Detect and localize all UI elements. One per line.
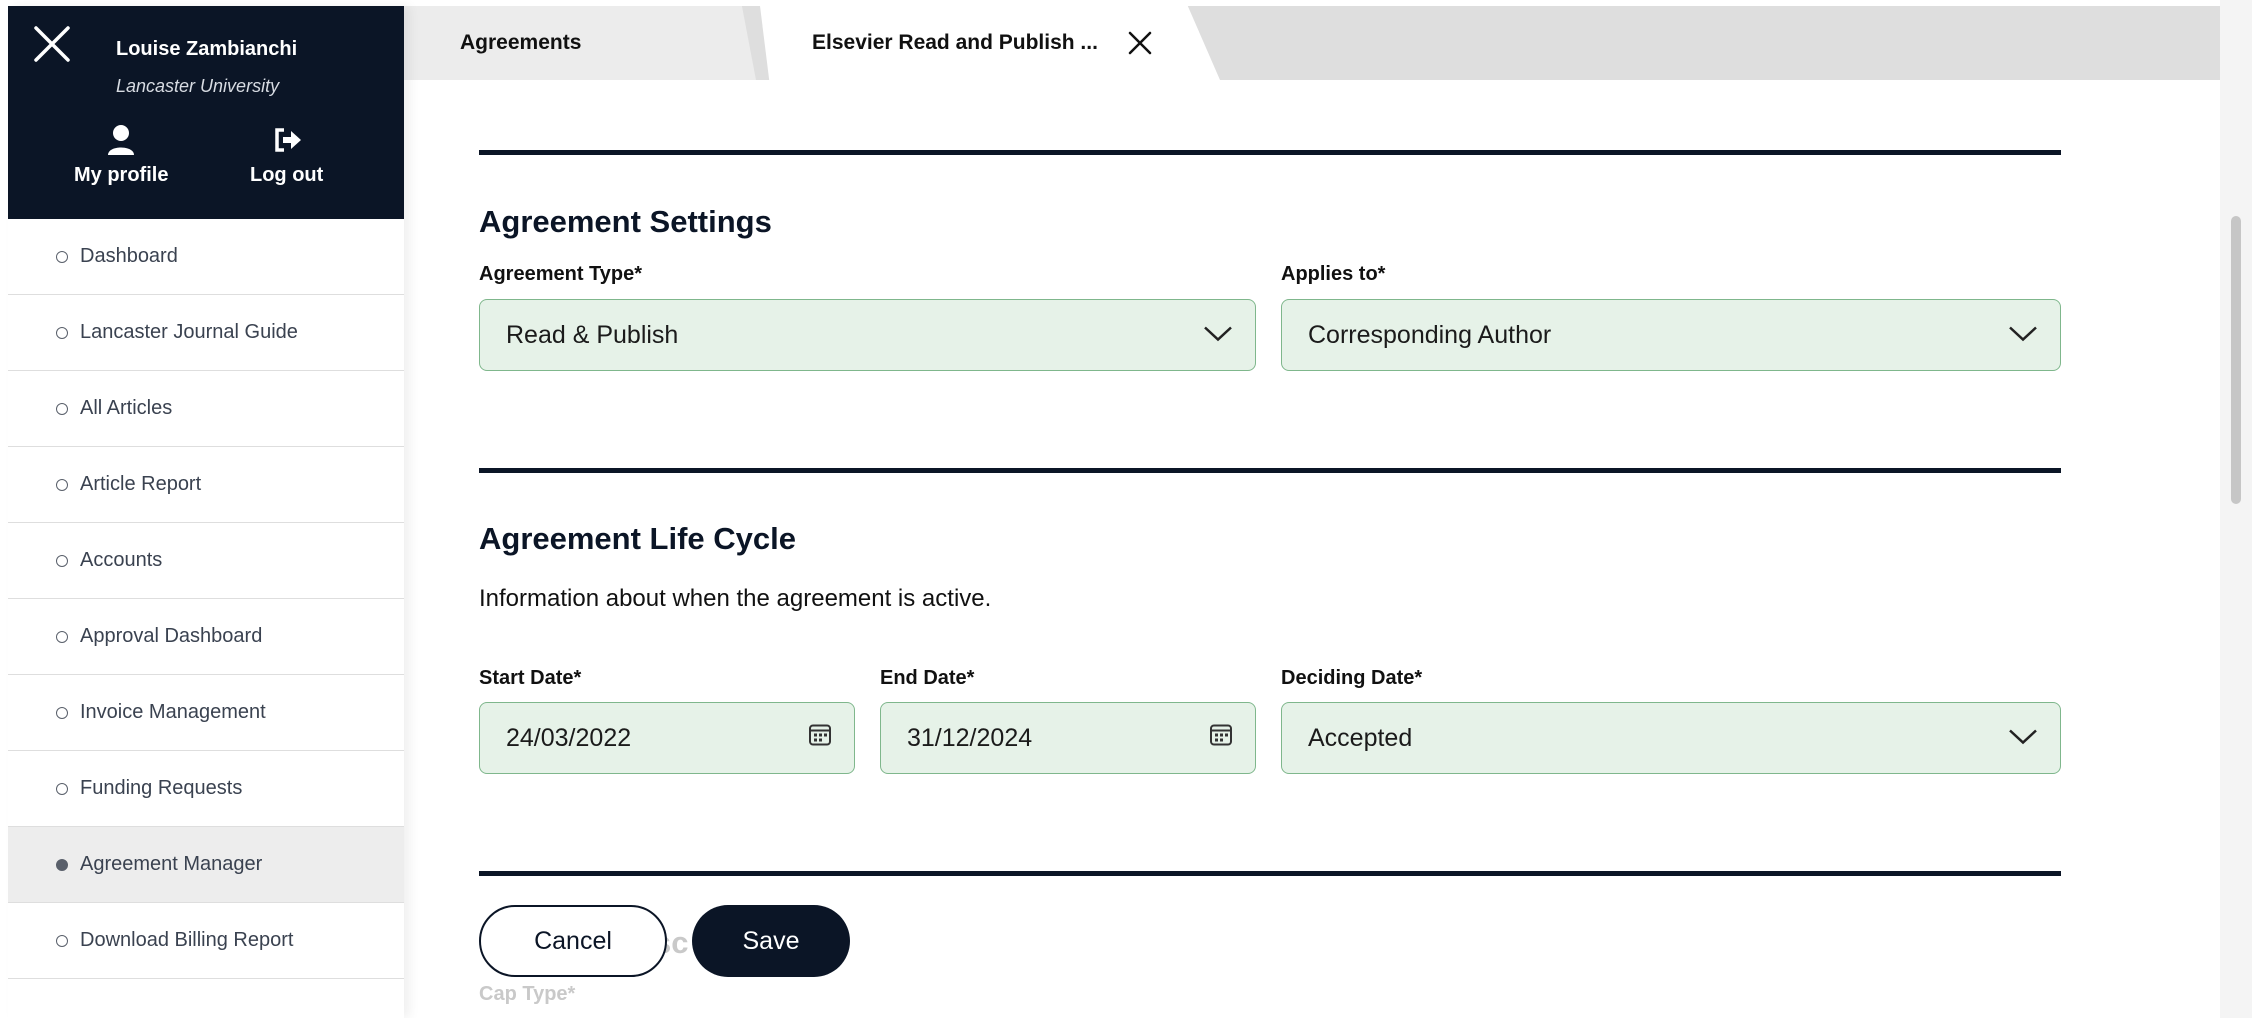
chevron-down-icon: [2008, 724, 2038, 753]
start-date-value: 24/03/2022: [506, 723, 632, 752]
lifecycle-title: Agreement Life Cycle: [479, 521, 796, 556]
sidebar-item-all-articles[interactable]: All Articles: [8, 371, 404, 447]
sidebar-item-label: Funding Requests: [80, 777, 243, 799]
scrollbar-track[interactable]: [2220, 0, 2252, 1018]
close-icon[interactable]: [32, 24, 72, 64]
sidebar-item-label: All Articles: [80, 397, 173, 419]
scrollbar-thumb[interactable]: [2231, 216, 2241, 504]
sidebar-nav: Dashboard Lancaster Journal Guide All Ar…: [8, 219, 404, 979]
sidebar-item-label: Agreement Manager: [80, 853, 263, 875]
cap-type-label: Cap Type*: [479, 983, 576, 1005]
close-tab-icon[interactable]: [1126, 29, 1154, 57]
tab-bar: Agreements Elsevier Read and Publish ...: [404, 6, 2220, 80]
sidebar-item-approval-dashboard[interactable]: Approval Dashboard: [8, 599, 404, 675]
log-out-button[interactable]: Log out: [250, 124, 323, 187]
calendar-icon[interactable]: [1209, 723, 1233, 754]
user-name: Louise Zambianchi: [116, 38, 298, 60]
sidebar-item-label: Download Billing Report: [80, 929, 294, 951]
sidebar-item-label: Approval Dashboard: [80, 625, 263, 647]
sidebar-item-funding-requests[interactable]: Funding Requests: [8, 751, 404, 827]
sidebar-item-label: Invoice Management: [80, 701, 266, 723]
sidebar-item-label: Accounts: [80, 549, 163, 571]
end-date-value: 31/12/2024: [907, 723, 1033, 752]
radio-dot-icon: [56, 706, 68, 719]
end-date-input[interactable]: 31/12/2024: [880, 702, 1256, 774]
radio-dot-icon: [56, 326, 68, 339]
agreement-form: Agreement Settings Agreement Type* Read …: [404, 80, 2220, 1018]
radio-dot-filled-icon: [56, 858, 68, 871]
section-divider: [479, 150, 2061, 155]
radio-dot-icon: [56, 402, 68, 415]
user-panel: Louise Zambianchi Lancaster University M…: [8, 6, 404, 219]
sidebar-item-download-billing-report[interactable]: Download Billing Report: [8, 903, 404, 979]
log-out-label: Log out: [250, 164, 324, 186]
chevron-down-icon: [1203, 321, 1233, 350]
cancel-button[interactable]: Cancel: [479, 905, 667, 977]
tab-label: Agreements: [460, 31, 582, 54]
sidebar-item-dashboard[interactable]: Dashboard: [8, 219, 404, 295]
sidebar-item-invoice-management[interactable]: Invoice Management: [8, 675, 404, 751]
deciding-date-label: Deciding Date*: [1281, 667, 1423, 689]
sidebar-item-label: Dashboard: [80, 245, 178, 267]
calendar-icon[interactable]: [808, 723, 832, 754]
sign-out-icon: [250, 124, 323, 156]
sidebar-item-article-report[interactable]: Article Report: [8, 447, 404, 523]
user-icon: [74, 124, 168, 156]
tab-agreements[interactable]: Agreements: [404, 6, 756, 80]
my-profile-label: My profile: [74, 164, 169, 186]
radio-dot-icon: [56, 782, 68, 795]
chevron-down-icon: [2008, 321, 2038, 350]
radio-dot-icon: [56, 554, 68, 567]
end-date-label: End Date*: [880, 667, 975, 689]
deciding-date-value: Accepted: [1308, 723, 1413, 752]
section-divider: [479, 871, 2061, 876]
sidebar-item-journal-guide[interactable]: Lancaster Journal Guide: [8, 295, 404, 371]
deciding-date-select[interactable]: Accepted: [1281, 702, 2061, 774]
agreement-type-value: Read & Publish: [506, 320, 679, 349]
sidebar-item-label: Article Report: [80, 473, 202, 495]
tab-label: Elsevier Read and Publish ...: [812, 31, 1098, 54]
applies-to-label: Applies to*: [1281, 263, 1386, 285]
my-profile-button[interactable]: My profile: [74, 124, 168, 187]
start-date-label: Start Date*: [479, 667, 582, 689]
lifecycle-description: Information about when the agreement is …: [479, 585, 992, 612]
radio-dot-icon: [56, 934, 68, 947]
tab-elsevier-agreement[interactable]: Elsevier Read and Publish ...: [760, 6, 1220, 80]
sidebar-item-label: Lancaster Journal Guide: [80, 321, 298, 343]
start-date-input[interactable]: 24/03/2022: [479, 702, 855, 774]
agreement-type-label: Agreement Type*: [479, 263, 643, 285]
section-divider: [479, 468, 2061, 473]
sidebar-item-accounts[interactable]: Accounts: [8, 523, 404, 599]
applies-to-select[interactable]: Corresponding Author: [1281, 299, 2061, 371]
agreement-type-select[interactable]: Read & Publish: [479, 299, 1256, 371]
radio-dot-icon: [56, 630, 68, 643]
settings-title: Agreement Settings: [479, 204, 772, 239]
radio-dot-icon: [56, 250, 68, 263]
user-organization: Lancaster University: [116, 76, 280, 96]
sidebar: Louise Zambianchi Lancaster University M…: [8, 6, 404, 1018]
sidebar-item-agreement-manager[interactable]: Agreement Manager: [8, 827, 404, 903]
applies-to-value: Corresponding Author: [1308, 320, 1552, 349]
save-button[interactable]: Save: [692, 905, 850, 977]
radio-dot-icon: [56, 478, 68, 491]
